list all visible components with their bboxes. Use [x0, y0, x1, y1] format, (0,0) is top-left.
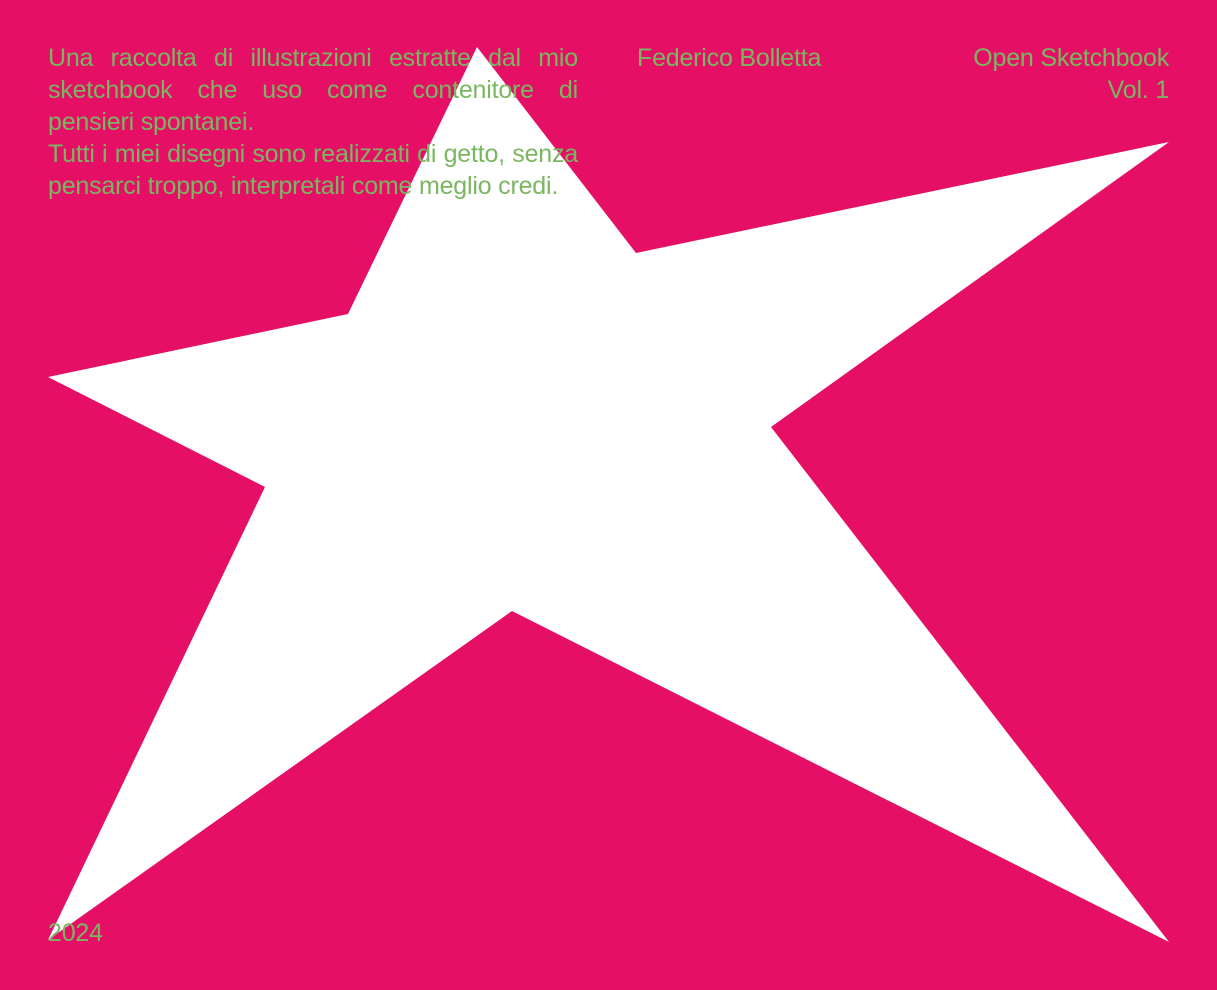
intro-paragraph-1: Una raccolta di illustrazioni estratte d…	[48, 44, 578, 136]
book-title-line-2: Vol. 1	[1107, 76, 1170, 104]
book-title-line-1: Open Sketchbook	[973, 44, 1169, 72]
book-title: Open Sketchbook Vol. 1	[973, 42, 1169, 106]
author-name: Federico Bolletta	[637, 44, 822, 72]
year-label: 2024	[48, 919, 103, 947]
intro-text: Una raccolta di illustrazioni estratte d…	[48, 42, 578, 202]
intro-paragraph-2: Tutti i miei disegni sono realizzati di …	[48, 140, 578, 200]
